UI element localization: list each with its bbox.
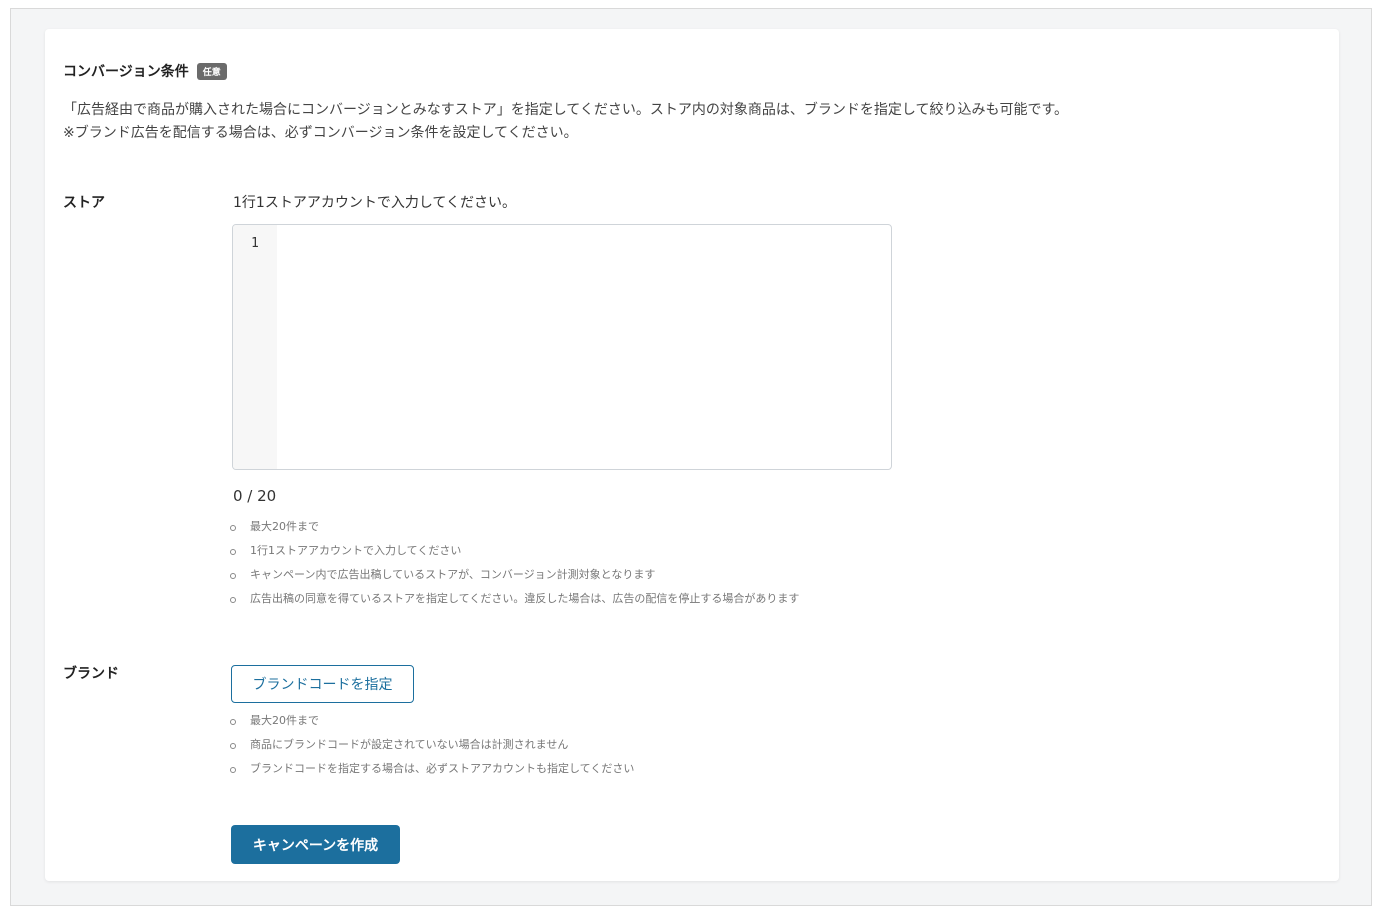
section-description: 「広告経由で商品が購入された場合にコンバージョンとみなすストア」を指定してくださ… (63, 99, 1068, 145)
store-notes: 最大20件まで 1行1ストアアカウントで入力してください キャンペーン内で広告出… (228, 515, 799, 611)
specify-brand-code-button[interactable]: ブランドコードを指定 (231, 665, 414, 703)
page-frame: コンバージョン条件 任意 「広告経由で商品が購入された場合にコンバージョンとみな… (10, 8, 1372, 906)
line-number: 1 (251, 236, 259, 251)
store-editor[interactable]: 1 (232, 224, 892, 470)
description-line-1: 「広告経由で商品が購入された場合にコンバージョンとみなすストア」を指定してくださ… (63, 102, 1069, 118)
description-line-2: ※ブランド広告を配信する場合は、必ずコンバージョン条件を設定してください。 (63, 125, 578, 141)
section-title: コンバージョン条件 任意 (63, 61, 227, 81)
store-counter: 0 / 20 (233, 487, 277, 505)
list-item: 最大20件まで (228, 515, 799, 539)
list-item: キャンペーン内で広告出稿しているストアが、コンバージョン計測対象となります (228, 563, 799, 587)
brand-notes: 最大20件まで 商品にブランドコードが設定されていない場合は計測されません ブラ… (228, 709, 634, 781)
optional-badge: 任意 (196, 62, 227, 80)
conversion-settings-card: コンバージョン条件 任意 「広告経由で商品が購入された場合にコンバージョンとみな… (45, 29, 1339, 881)
list-item: ブランドコードを指定する場合は、必ずストアアカウントも指定してください (228, 757, 634, 781)
brand-label: ブランド (63, 666, 119, 682)
create-campaign-button[interactable]: キャンペーンを作成 (231, 825, 400, 864)
store-instruction: 1行1ストアアカウントで入力してください。 (233, 195, 516, 211)
list-item: 1行1ストアアカウントで入力してください (228, 539, 799, 563)
store-accounts-input[interactable] (277, 225, 891, 469)
section-title-text: コンバージョン条件 (63, 64, 189, 80)
list-item: 商品にブランドコードが設定されていない場合は計測されません (228, 733, 634, 757)
list-item: 最大20件まで (228, 709, 634, 733)
list-item: 広告出稿の同意を得ているストアを指定してください。違反した場合は、広告の配信を停… (228, 587, 799, 611)
line-number-gutter: 1 (233, 225, 277, 469)
store-label: ストア (63, 195, 105, 211)
